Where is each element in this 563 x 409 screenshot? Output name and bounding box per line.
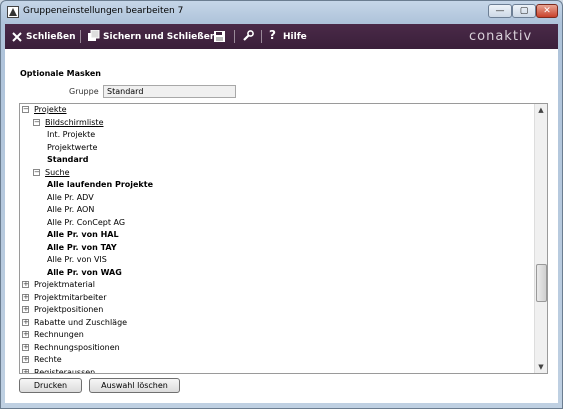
tree-item[interactable]: Alle Pr. AON [20,204,530,216]
print-button[interactable]: Drucken [19,378,82,393]
brand-logo: conaktiv [469,29,533,44]
tree-item[interactable]: − Projekte [20,104,530,116]
tree-item[interactable]: + Rechnungspositionen [20,342,530,354]
toolbar: Schließen Sichern und Schließen ? Hilfe … [5,24,558,49]
tree-item[interactable]: + Rabatte und Zuschläge [20,317,530,329]
tree-item-label[interactable]: Bildschirmliste [45,117,103,129]
tree-item-label[interactable]: Int. Projekte [47,129,95,141]
tree-item-label[interactable]: Projektpositionen [34,304,103,316]
title-bar[interactable]: Gruppeneinstellungen bearbeiten 7 — ▢ ✕ [1,1,562,25]
close-window-button[interactable]: ✕ [536,4,558,18]
x-icon [12,32,22,42]
section-title: Optionale Masken [20,69,101,78]
tree-item[interactable]: + Projektmitarbeiter [20,292,530,304]
save-and-close-label: Sichern und Schließen [103,32,217,42]
tree-item[interactable]: − Suche [20,167,530,179]
tree-item[interactable]: Alle Pr. von TAY [20,242,530,254]
toolbar-divider [261,30,262,43]
mask-tree: − Projekte − Bildschirmliste Int. Projekte Pr… [19,103,548,374]
help-label: Hilfe [283,32,307,42]
tree-item[interactable]: − Bildschirmliste [20,117,530,129]
tree-item[interactable]: Standard [20,154,530,166]
app-icon [7,6,19,18]
tree-item-label[interactable]: Standard [47,154,88,166]
tree-item-label[interactable]: Registeraussen [34,367,95,374]
tree-item-label[interactable]: Projektmaterial [34,279,95,291]
gruppe-field[interactable]: Standard [103,85,236,98]
tree-scrollbar[interactable]: ▲ ▼ [534,104,547,373]
tree-item[interactable]: Alle Pr. von VIS [20,254,530,266]
toolbar-divider [80,30,81,43]
tree-item-label[interactable]: Alle Pr. ConCept AG [47,217,125,229]
tree-item-label[interactable]: Alle Pr. von VIS [47,254,107,266]
tree-item[interactable]: Alle Pr. von HAL [20,229,530,241]
expand-icon[interactable]: + [22,368,29,373]
scroll-down-icon[interactable]: ▼ [535,361,547,373]
expand-icon[interactable]: + [22,281,29,288]
close-label: Schließen [26,32,76,42]
tree-item[interactable]: Projektwerte [20,142,530,154]
wrench-icon [243,30,254,41]
tree-item[interactable]: + Projektpositionen [20,304,530,316]
tree-item-label[interactable]: Alle Pr. von HAL [47,229,119,241]
tree-item[interactable]: Alle Pr. von WAG [20,267,530,279]
tree-item-label[interactable]: Alle Pr. von TAY [47,242,117,254]
tree-item-label[interactable]: Rechte [34,354,62,366]
minimize-button[interactable]: — [488,4,512,18]
scroll-up-icon[interactable]: ▲ [535,104,547,116]
expand-icon[interactable]: + [22,318,29,326]
expand-icon[interactable]: + [22,293,29,301]
window-title: Gruppeneinstellungen bearbeiten 7 [23,6,184,16]
tree-item[interactable]: Alle laufenden Projekte [20,179,530,191]
expand-icon[interactable]: + [22,331,29,338]
tree-item[interactable]: Alle Pr. ConCept AG [20,217,530,229]
tree-item[interactable]: + Projektmaterial [20,279,530,291]
clear-selection-button[interactable]: Auswahl löschen [89,378,180,393]
save-and-close-button[interactable]: Sichern und Schließen [87,30,217,44]
toolbar-divider [234,30,235,43]
collapse-icon[interactable]: − [33,168,40,176]
tree-item-label[interactable]: Alle laufenden Projekte [47,179,153,191]
maximize-button[interactable]: ▢ [512,4,536,18]
tree-item[interactable]: + Rechnungen [20,329,530,341]
tree-item-label[interactable]: Alle Pr. AON [47,204,94,216]
tree-item[interactable]: Alle Pr. ADV [20,192,530,204]
collapse-icon[interactable]: − [33,118,40,126]
main-content: Optionale Masken Gruppe Standard − Projek… [5,49,558,403]
dialog-window: Gruppeneinstellungen bearbeiten 7 — ▢ ✕ … [0,0,563,409]
maximize-icon: ▢ [519,6,529,16]
tree-item-label[interactable]: Suche [45,167,70,179]
tree-item-label[interactable]: Projektwerte [47,142,97,154]
tree-item[interactable]: + Registeraussen [20,367,530,374]
collapse-icon[interactable]: − [22,106,29,113]
tree-item-label[interactable]: Rabatte und Zuschläge [34,317,127,329]
expand-icon[interactable]: + [22,343,29,351]
expand-icon[interactable]: + [22,306,29,313]
gruppe-label: Gruppe [69,87,99,96]
tree-item-label[interactable]: Alle Pr. ADV [47,192,94,204]
tree-item[interactable]: Int. Projekte [20,129,530,141]
tree-item-label[interactable]: Projekte [34,104,67,116]
tree-item-label[interactable]: Rechnungspositionen [34,342,120,354]
tree-item[interactable]: + Rechte [20,354,530,366]
floppy-disk-icon [214,31,225,42]
save-all-icon [88,30,100,41]
resize-grip[interactable] [549,401,559,407]
minimize-icon: — [495,6,505,16]
question-mark-icon: ? [269,28,276,42]
tree-item-label[interactable]: Rechnungen [34,329,84,341]
expand-icon[interactable]: + [22,356,29,363]
tree-item-label[interactable]: Alle Pr. von WAG [47,267,122,279]
scroll-thumb[interactable] [536,264,547,302]
close-icon: ✕ [543,6,551,16]
tree-item-label[interactable]: Projektmitarbeiter [34,292,107,304]
